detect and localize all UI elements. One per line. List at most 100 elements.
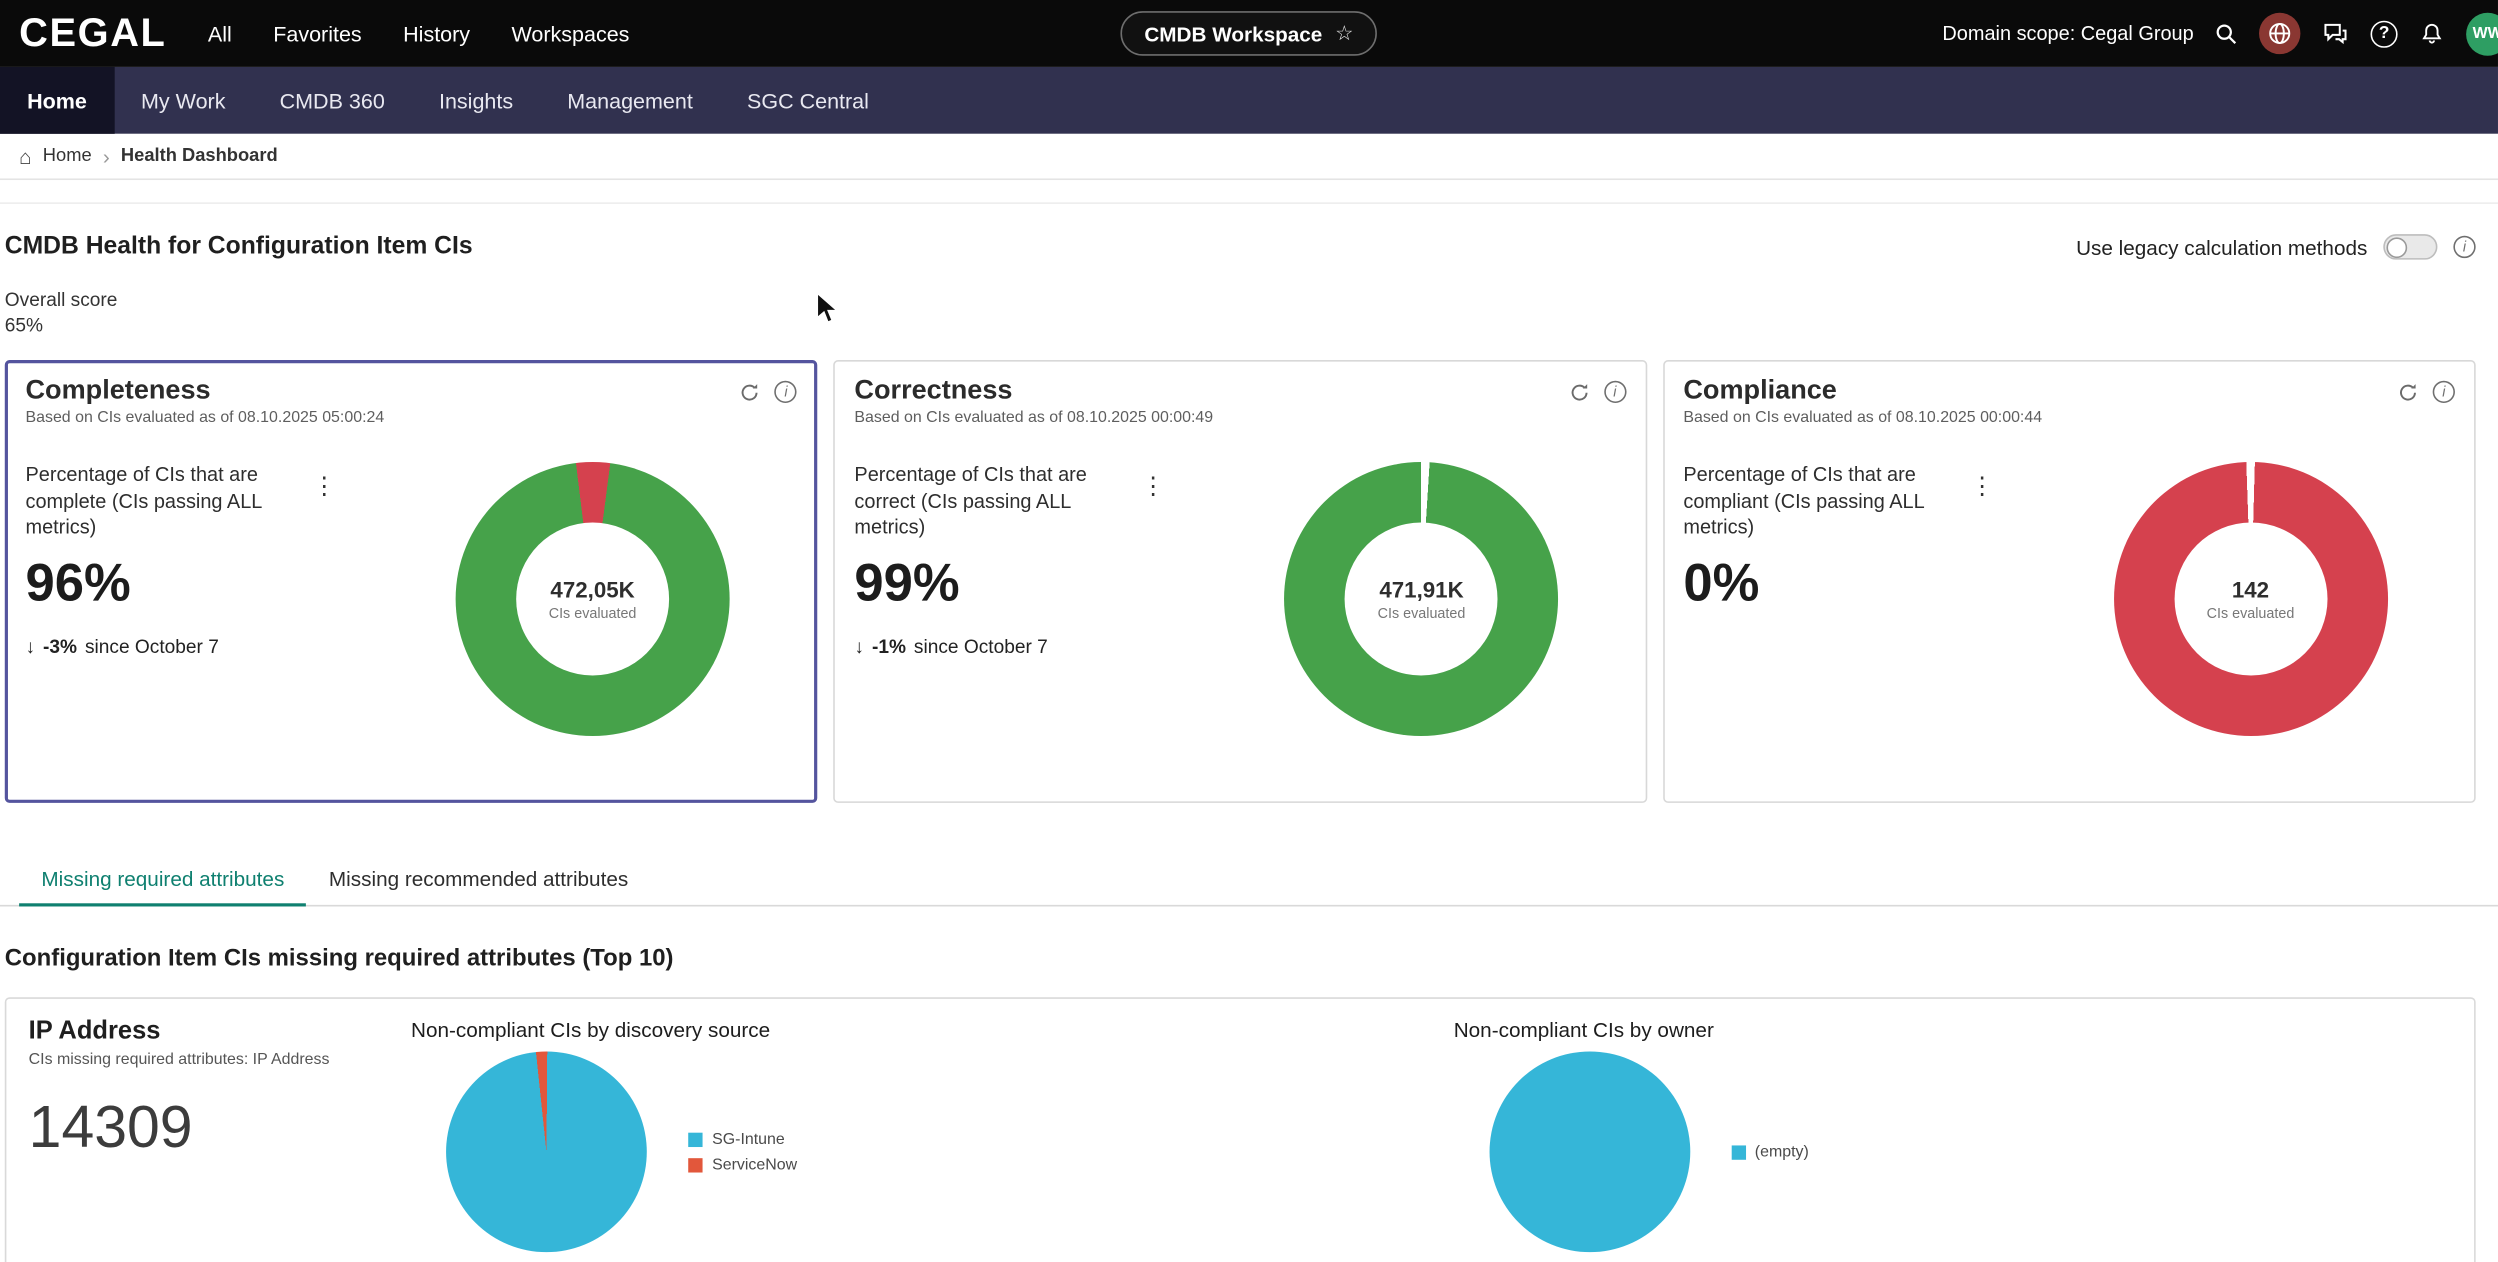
card-subtitle: Based on CIs evaluated as of 08.10.2025 … <box>1683 410 2042 428</box>
kebab-menu-icon[interactable]: ⋮ <box>1141 475 1165 499</box>
donut-center: 472,05K CIs evaluated <box>456 463 730 737</box>
legend-label: SG-Intune <box>712 1131 785 1149</box>
owner-pie-chart[interactable] <box>1489 1052 1690 1253</box>
card-body: Percentage of CIs that are complete (CIs… <box>25 463 797 737</box>
legacy-toggle[interactable] <box>2383 234 2437 259</box>
legacy-calc-control: Use legacy calculation methods i <box>2076 234 2476 259</box>
card-body: Percentage of CIs that are correct (CIs … <box>854 463 1626 737</box>
divider <box>0 202 2498 204</box>
card-actions: i <box>1569 381 1626 403</box>
info-icon[interactable]: i <box>1604 381 1626 403</box>
user-avatar[interactable]: WW <box>2466 12 2498 55</box>
domain-scope-label: Domain scope: Cegal Group <box>1942 22 2193 44</box>
info-icon[interactable]: i <box>2453 236 2475 258</box>
ip-count: 14309 <box>29 1095 411 1162</box>
metric-trend: ↓ -3% since October 7 <box>25 636 388 658</box>
help-icon[interactable]: ? <box>2371 20 2398 47</box>
tab-insights[interactable]: Insights <box>412 67 540 134</box>
attribute-tabs: Missing required attributes Missing reco… <box>0 858 2498 907</box>
home-icon[interactable]: ⌂ <box>19 144 32 168</box>
toggle-knob <box>2386 237 2407 258</box>
legend-item[interactable]: ServiceNow <box>688 1156 797 1174</box>
card-title: Compliance <box>1683 375 2042 407</box>
donut-label: CIs evaluated <box>1378 606 1466 622</box>
chat-icon[interactable] <box>2321 19 2350 48</box>
metric-percent: 99% <box>854 553 1217 614</box>
kebab-menu-icon[interactable]: ⋮ <box>1970 475 1994 499</box>
legend-swatch <box>1731 1145 1745 1159</box>
page-title: CMDB Health for Configuration Item CIs <box>5 233 473 262</box>
main-content: CMDB Health for Configuration Item CIs U… <box>0 202 2498 1262</box>
legend-label: (empty) <box>1755 1144 1809 1162</box>
ip-address-card[interactable]: IP Address CIs missing required attribut… <box>5 998 2476 1262</box>
top-right-cluster: Domain scope: Cegal Group ? WW <box>1942 12 2498 55</box>
discovery-source-block: Non-compliant CIs by discovery source SG… <box>411 1019 1409 1262</box>
workspace-pill-label: CMDB Workspace <box>1144 22 1322 46</box>
cegal-logo[interactable]: CEGAL <box>19 10 166 56</box>
nav-item-all[interactable]: All <box>208 22 232 46</box>
trend-text: since October 7 <box>914 636 1048 658</box>
kebab-menu-icon[interactable]: ⋮ <box>312 475 336 499</box>
trend-text: since October 7 <box>85 636 219 658</box>
owner-block: Non-compliant CIs by owner (empty) <box>1409 1019 2452 1262</box>
tab-my-work[interactable]: My Work <box>114 67 253 134</box>
donut-wrap: 472,05K CIs evaluated <box>388 463 797 737</box>
trend-value: -3% <box>43 636 77 658</box>
donut-value: 142 <box>2232 577 2269 602</box>
overall-score-value: 65% <box>5 313 2476 339</box>
legend-item[interactable]: SG-Intune <box>688 1131 797 1149</box>
bell-icon[interactable] <box>2418 20 2445 47</box>
nav-item-workspaces[interactable]: Workspaces <box>511 22 629 46</box>
metric-percent: 0% <box>1683 553 2046 614</box>
tab-management[interactable]: Management <box>540 67 720 134</box>
legend-swatch <box>688 1158 702 1172</box>
ip-subtitle: CIs missing required attributes: IP Addr… <box>29 1052 411 1070</box>
tab-missing-required[interactable]: Missing required attributes <box>19 858 307 907</box>
breadcrumb: ⌂ Home › Health Dashboard <box>0 134 2498 180</box>
completeness-donut-chart[interactable]: 472,05K CIs evaluated <box>456 463 730 737</box>
nav-item-favorites[interactable]: Favorites <box>273 22 361 46</box>
tab-missing-recommended[interactable]: Missing recommended attributes <box>307 858 651 906</box>
card-compliance[interactable]: Compliance Based on CIs evaluated as of … <box>1663 361 2476 804</box>
card-header: Completeness Based on CIs evaluated as o… <box>25 375 797 428</box>
card-correctness[interactable]: Correctness Based on CIs evaluated as of… <box>834 361 1647 804</box>
legend-item[interactable]: (empty) <box>1731 1144 1809 1162</box>
search-icon[interactable] <box>2214 22 2238 46</box>
card-metric-block: Percentage of CIs that are complete (CIs… <box>25 463 388 659</box>
donut-center: 471,91K CIs evaluated <box>1285 463 1559 737</box>
metric-description: Percentage of CIs that are correct (CIs … <box>854 463 1122 541</box>
info-icon[interactable]: i <box>775 381 797 403</box>
pie-row: SG-Intune ServiceNow <box>411 1052 1409 1253</box>
legacy-toggle-label: Use legacy calculation methods <box>2076 235 2367 259</box>
refresh-icon[interactable] <box>2398 382 2419 403</box>
nav-item-history[interactable]: History <box>403 22 470 46</box>
info-icon[interactable]: i <box>2433 381 2455 403</box>
refresh-icon[interactable] <box>740 382 761 403</box>
card-actions: i <box>2398 381 2455 403</box>
card-metric-block: Percentage of CIs that are compliant (CI… <box>1683 463 2046 614</box>
breadcrumb-home[interactable]: Home <box>43 147 92 166</box>
favorite-star-icon[interactable]: ☆ <box>1335 21 1354 46</box>
compliance-donut-chart[interactable]: 142 CIs evaluated <box>2113 463 2387 737</box>
card-metric-block: Percentage of CIs that are correct (CIs … <box>854 463 1217 659</box>
donut-value: 471,91K <box>1379 577 1463 602</box>
down-arrow-icon: ↓ <box>25 636 35 658</box>
donut-wrap: 142 CIs evaluated <box>2046 463 2455 737</box>
refresh-icon[interactable] <box>1569 382 1590 403</box>
donut-label: CIs evaluated <box>2207 606 2295 622</box>
tab-cmdb-360[interactable]: CMDB 360 <box>253 67 412 134</box>
mouse-cursor <box>816 292 840 325</box>
correctness-donut-chart[interactable]: 471,91K CIs evaluated <box>1285 463 1559 737</box>
screen: CEGAL All Favorites History Workspaces C… <box>0 0 2498 1262</box>
tab-sgc-central[interactable]: SGC Central <box>720 67 896 134</box>
overall-score-label: Overall score <box>5 287 2476 313</box>
card-subtitle: Based on CIs evaluated as of 08.10.2025 … <box>854 410 1213 428</box>
workspace-pill[interactable]: CMDB Workspace ☆ <box>1120 11 1377 56</box>
donut-wrap: 471,91K CIs evaluated <box>1217 463 1626 737</box>
globe-icon[interactable] <box>2259 13 2300 54</box>
card-completeness[interactable]: Completeness Based on CIs evaluated as o… <box>5 361 818 804</box>
pie-legend: (empty) <box>1731 1136 1809 1169</box>
tab-home[interactable]: Home <box>0 67 114 134</box>
metric-trend: ↓ -1% since October 7 <box>854 636 1217 658</box>
discovery-source-pie-chart[interactable] <box>446 1052 647 1253</box>
